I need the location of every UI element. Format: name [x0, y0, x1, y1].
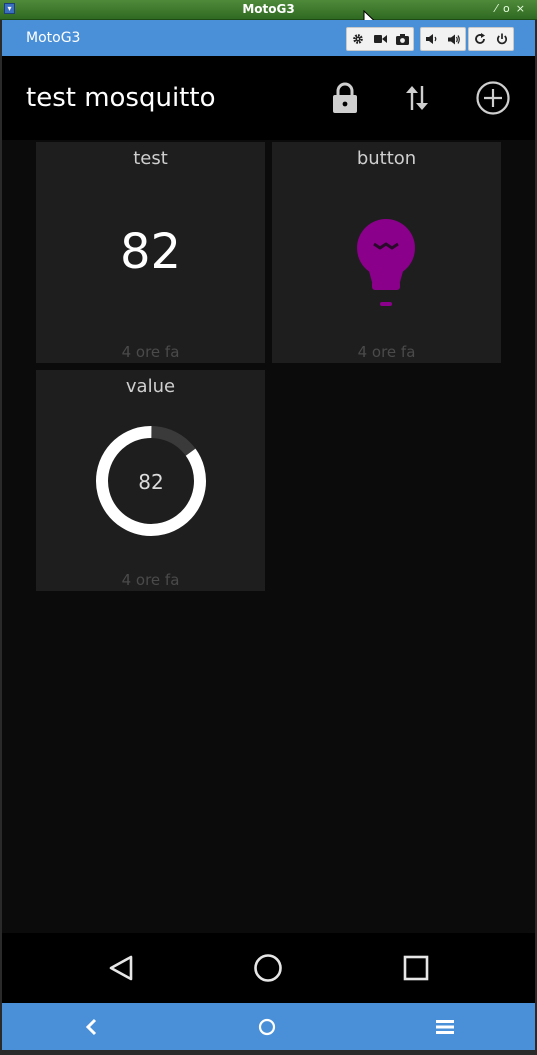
rotate-icon[interactable]	[469, 28, 491, 50]
gauge-value: 82	[138, 470, 164, 494]
window-restore-icon[interactable]: o	[503, 2, 516, 15]
video-camera-icon[interactable]	[369, 28, 391, 50]
volume-up-icon[interactable]	[443, 28, 465, 50]
recents-square-icon[interactable]	[398, 950, 434, 986]
tile-timestamp: 4 ore fa	[121, 571, 180, 589]
lock-icon[interactable]	[325, 78, 365, 118]
lightbulb-icon[interactable]	[356, 218, 416, 312]
window-controls: ⁄o×	[495, 2, 531, 15]
gear-icon[interactable]	[347, 28, 369, 50]
tile-title: test	[133, 148, 168, 169]
power-icon[interactable]	[491, 28, 513, 50]
tile-value: 82	[119, 224, 182, 280]
add-circle-icon[interactable]	[473, 78, 513, 118]
emulator-toolbar: MotoG3	[2, 20, 535, 56]
device-name: MotoG3	[26, 30, 81, 46]
sort-arrows-icon[interactable]	[397, 78, 437, 118]
back-triangle-icon[interactable]	[103, 950, 139, 986]
window-maximize-icon[interactable]: ⁄	[495, 2, 503, 15]
volume-down-icon[interactable]	[421, 28, 443, 50]
emulator-bottom-bar	[2, 1003, 535, 1050]
phone-screen: test mosquitto test 82 4 ore fa button 4…	[2, 56, 535, 933]
tile-title: value	[125, 376, 176, 397]
tile-title: button	[356, 148, 417, 169]
tile-value-gauge[interactable]: value 82 4 ore fa	[36, 370, 265, 591]
tile-timestamp: 4 ore fa	[357, 343, 416, 361]
window-title-bar: ▾ MotoG3 ⁄o×	[0, 0, 537, 20]
app-bar: test mosquitto	[2, 56, 535, 140]
tile-test[interactable]: test 82 4 ore fa	[36, 142, 265, 363]
tile-button[interactable]: button 4 ore fa	[272, 142, 501, 363]
window-close-icon[interactable]: ×	[516, 2, 531, 15]
chevron-left-icon[interactable]	[78, 1014, 104, 1040]
window-title: MotoG3	[242, 2, 295, 16]
home-icon[interactable]	[254, 1014, 280, 1040]
menu-icon[interactable]	[432, 1014, 458, 1040]
home-circle-icon[interactable]	[250, 950, 286, 986]
camera-icon[interactable]	[391, 28, 413, 50]
page-title: test mosquitto	[26, 83, 216, 113]
emulator-tools-group	[346, 27, 414, 51]
android-nav-bar	[2, 933, 535, 1003]
device-controls-group	[468, 27, 514, 51]
volume-group	[420, 27, 466, 51]
tile-timestamp: 4 ore fa	[121, 343, 180, 361]
